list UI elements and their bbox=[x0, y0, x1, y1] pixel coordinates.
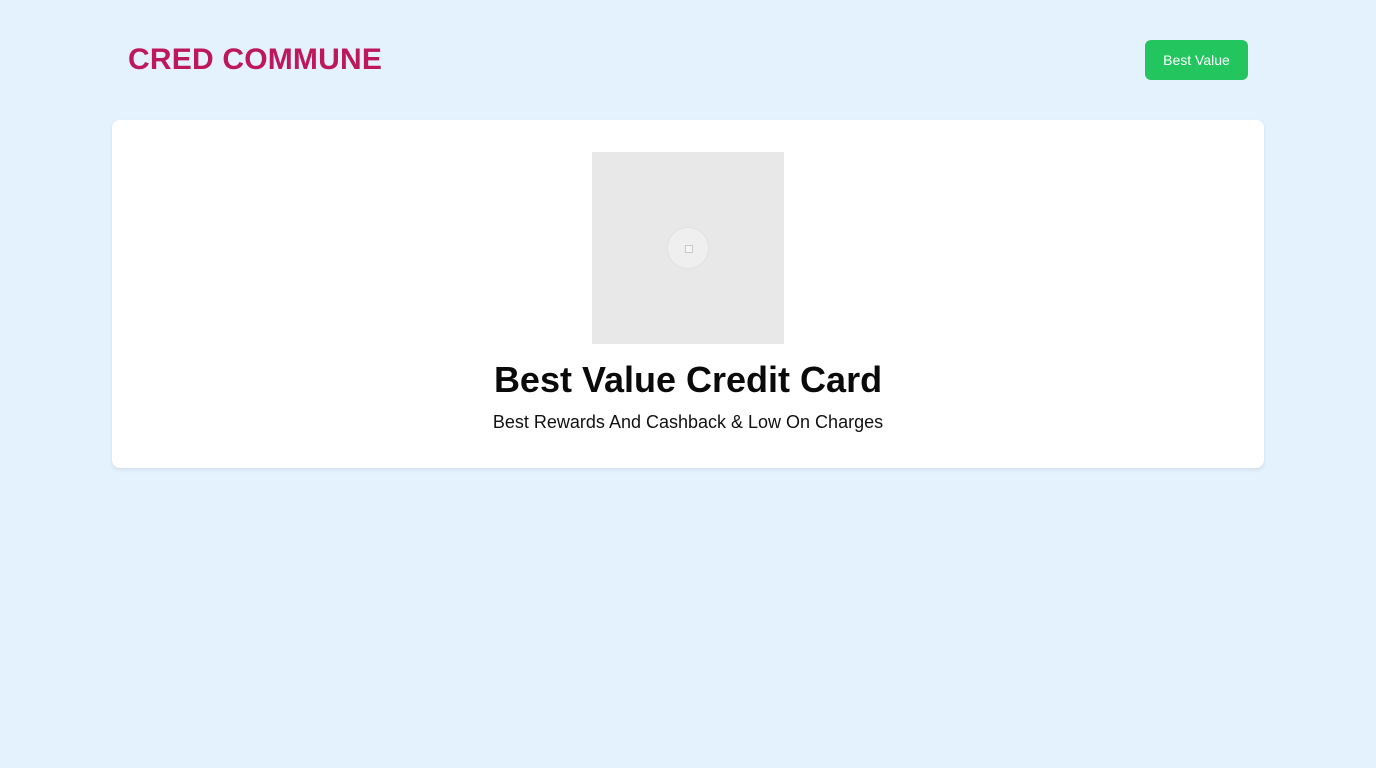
card-title: Best Value Credit Card bbox=[493, 359, 883, 400]
image-icon bbox=[667, 227, 709, 269]
site-logo[interactable]: CRED COMMUNE bbox=[128, 40, 382, 80]
best-value-button[interactable]: Best Value bbox=[1145, 40, 1248, 80]
card-image-placeholder bbox=[592, 152, 784, 344]
product-card: Best Value Credit Card Best Rewards And … bbox=[112, 120, 1264, 468]
card-subtitle: Best Rewards And Cashback & Low On Charg… bbox=[492, 412, 884, 432]
